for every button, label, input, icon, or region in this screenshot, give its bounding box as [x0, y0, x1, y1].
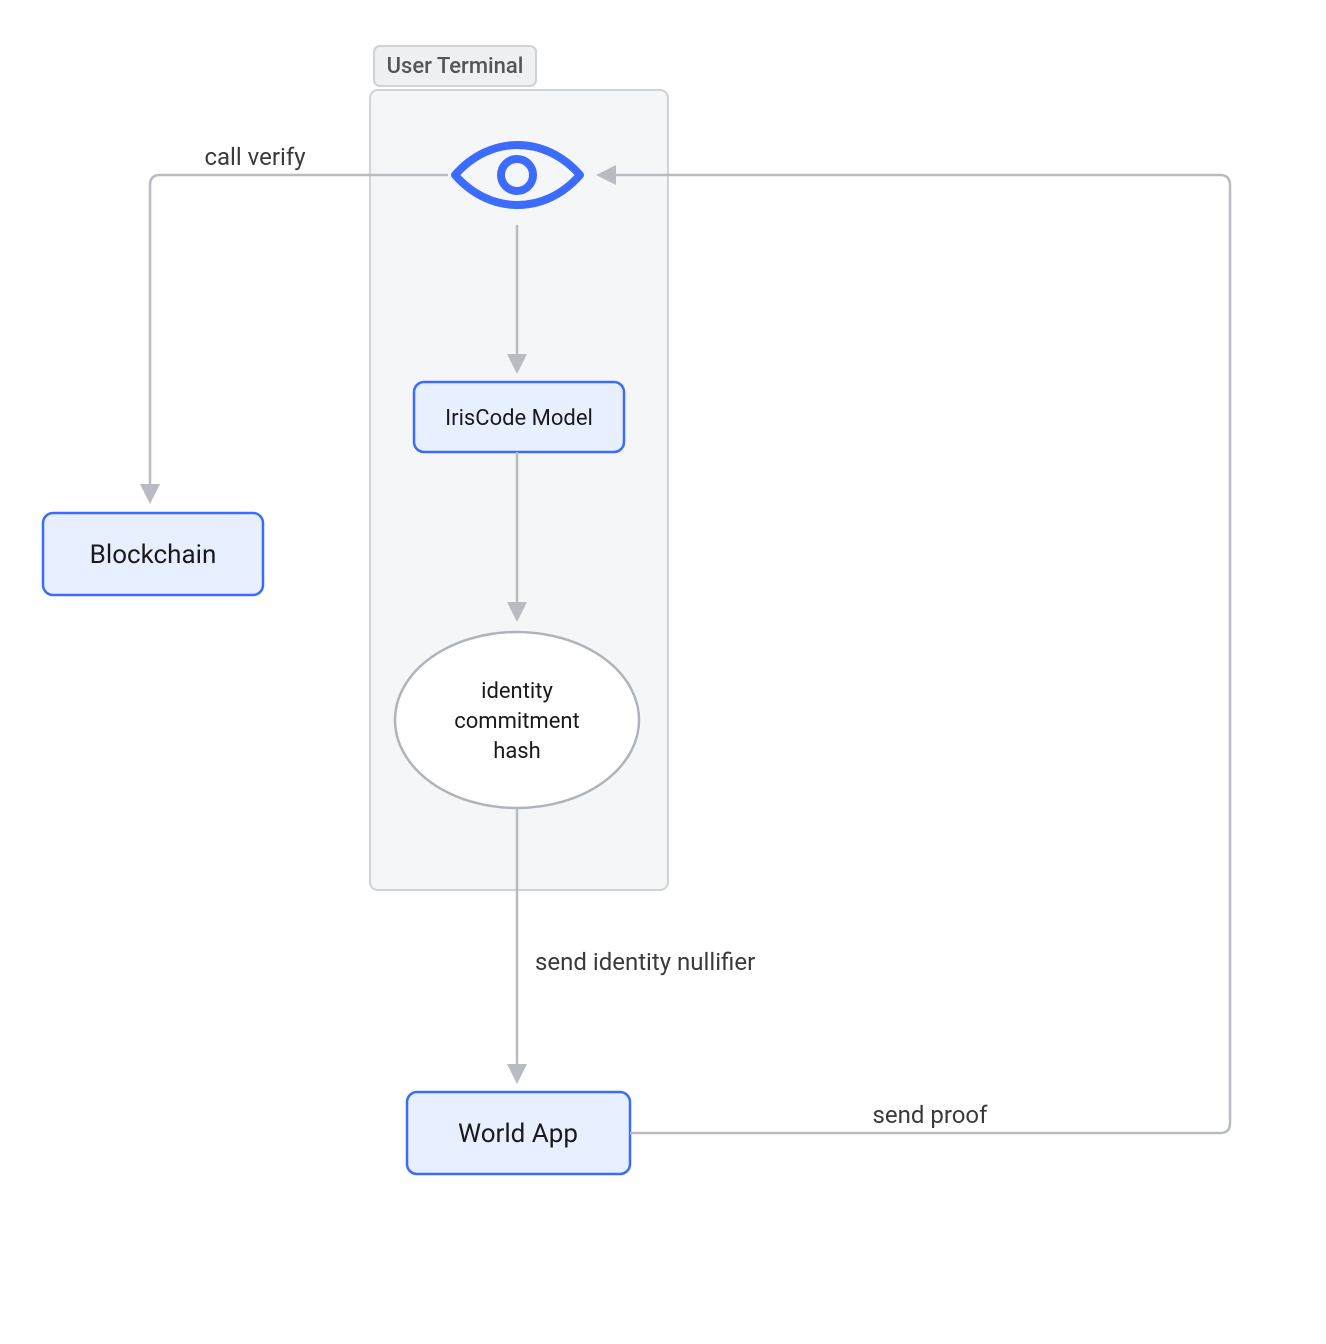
identity-line3: hash — [493, 739, 541, 764]
edge-call-verify-label: call verify — [204, 143, 306, 171]
edge-send-proof-label: send proof — [873, 1101, 989, 1129]
node-blockchain: Blockchain — [43, 513, 263, 595]
edge-send-nullifier-label: send identity nullifier — [535, 948, 755, 976]
node-iriscode-model-label: IrisCode Model — [445, 406, 593, 431]
group-user-terminal-title: User Terminal — [387, 54, 524, 79]
node-identity-commitment-hash: identity commitment hash — [395, 632, 639, 808]
node-world-app: World App — [407, 1092, 630, 1174]
node-blockchain-label: Blockchain — [90, 540, 217, 570]
identity-line1: identity — [481, 679, 553, 704]
edge-send-proof — [600, 175, 1230, 1133]
identity-line2: commitment — [454, 709, 580, 734]
node-iriscode-model: IrisCode Model — [414, 382, 624, 452]
node-world-app-label: World App — [458, 1119, 578, 1149]
